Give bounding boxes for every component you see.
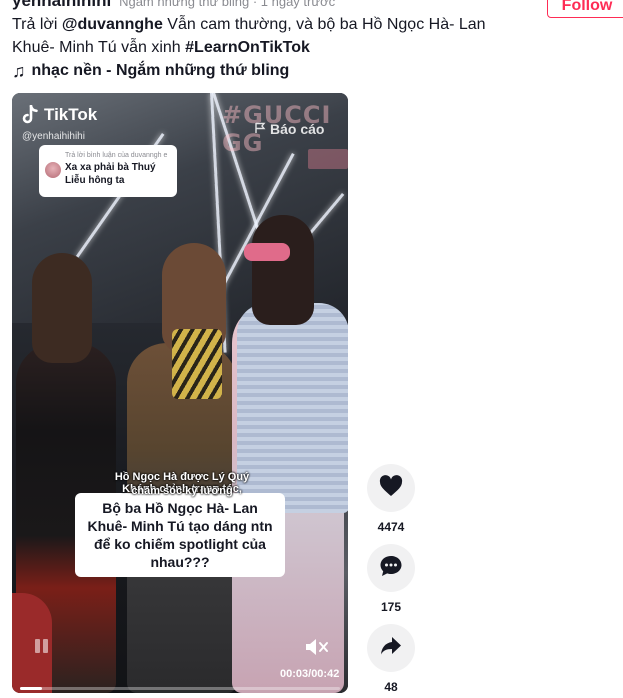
follow-button[interactable]: Follow [547,0,623,18]
flag-icon [254,121,266,137]
video-subtitle-overlay: chăm sóc kỹ lưỡng [131,485,233,497]
like-action: 4474 [367,464,415,534]
person-middle-top [172,329,222,399]
caption-hashtag-link[interactable]: #LearnOnTikTok [185,39,310,56]
comment-count: 175 [380,600,402,614]
like-button[interactable] [367,464,415,512]
person-right-head [252,215,314,325]
tiktok-brand-text: TikTok [44,105,98,124]
reply-comment-card: Trả lời bình luận của duvanngh e Xa xa p… [39,145,177,197]
comment-action: 175 [367,544,415,614]
video-subtitle-main: Bộ ba Hồ Ngọc Hà- Lan Khuê- Minh Tú tạo … [75,493,285,577]
video-time: 00:03/00:42 [280,668,340,680]
share-count: 48 [384,680,398,694]
author-username[interactable]: yenhaihihihi [12,0,111,10]
video-progress-bar[interactable] [20,687,340,690]
video-progress-fill [20,687,43,690]
post-meta: Ngắm những thứ bling · 1 ngày trước [119,0,336,9]
caption-prefix: Trả lời [12,16,62,33]
report-button[interactable]: Báo cáo [254,121,324,137]
like-count: 4474 [377,520,405,534]
music-label: nhạc nền - Ngắm những thứ bling [31,62,290,79]
avatar [45,162,61,178]
watermark-handle: @yenhaihihihi [22,131,85,142]
reply-card-heading: Trả lời bình luận của duvanngh e [65,152,168,159]
video-player[interactable]: #GUCCI GG TikTok @yenhaihihihi Báo cáo T… [12,93,348,693]
share-button[interactable] [367,624,415,672]
sunglasses [244,243,290,261]
author-row: yenhaihihihi Ngắm những thứ bling · 1 ng… [12,0,336,10]
heart-icon [379,474,403,502]
person-left-head [32,253,92,363]
mute-icon[interactable] [304,636,330,658]
music-note-icon: ♫ [12,61,26,81]
comment-icon [379,555,403,582]
music-link[interactable]: ♫ nhạc nền - Ngắm những thứ bling [12,60,289,82]
reply-card-comment: Xa xa phải bà Thuý Liễu hông ta [65,162,156,186]
comment-button[interactable] [367,544,415,592]
share-action: 48 [367,624,415,694]
pause-icon[interactable] [32,636,52,656]
tiktok-logo-icon [22,104,40,125]
post-caption: Trả lời @duvannghe Vẫn cam thường, và bộ… [12,13,532,59]
tiktok-watermark: TikTok [22,104,98,125]
report-label: Báo cáo [270,121,325,137]
caption-mention-link[interactable]: @duvannghe [62,16,163,33]
share-icon [380,636,402,661]
neon-light [308,149,348,169]
